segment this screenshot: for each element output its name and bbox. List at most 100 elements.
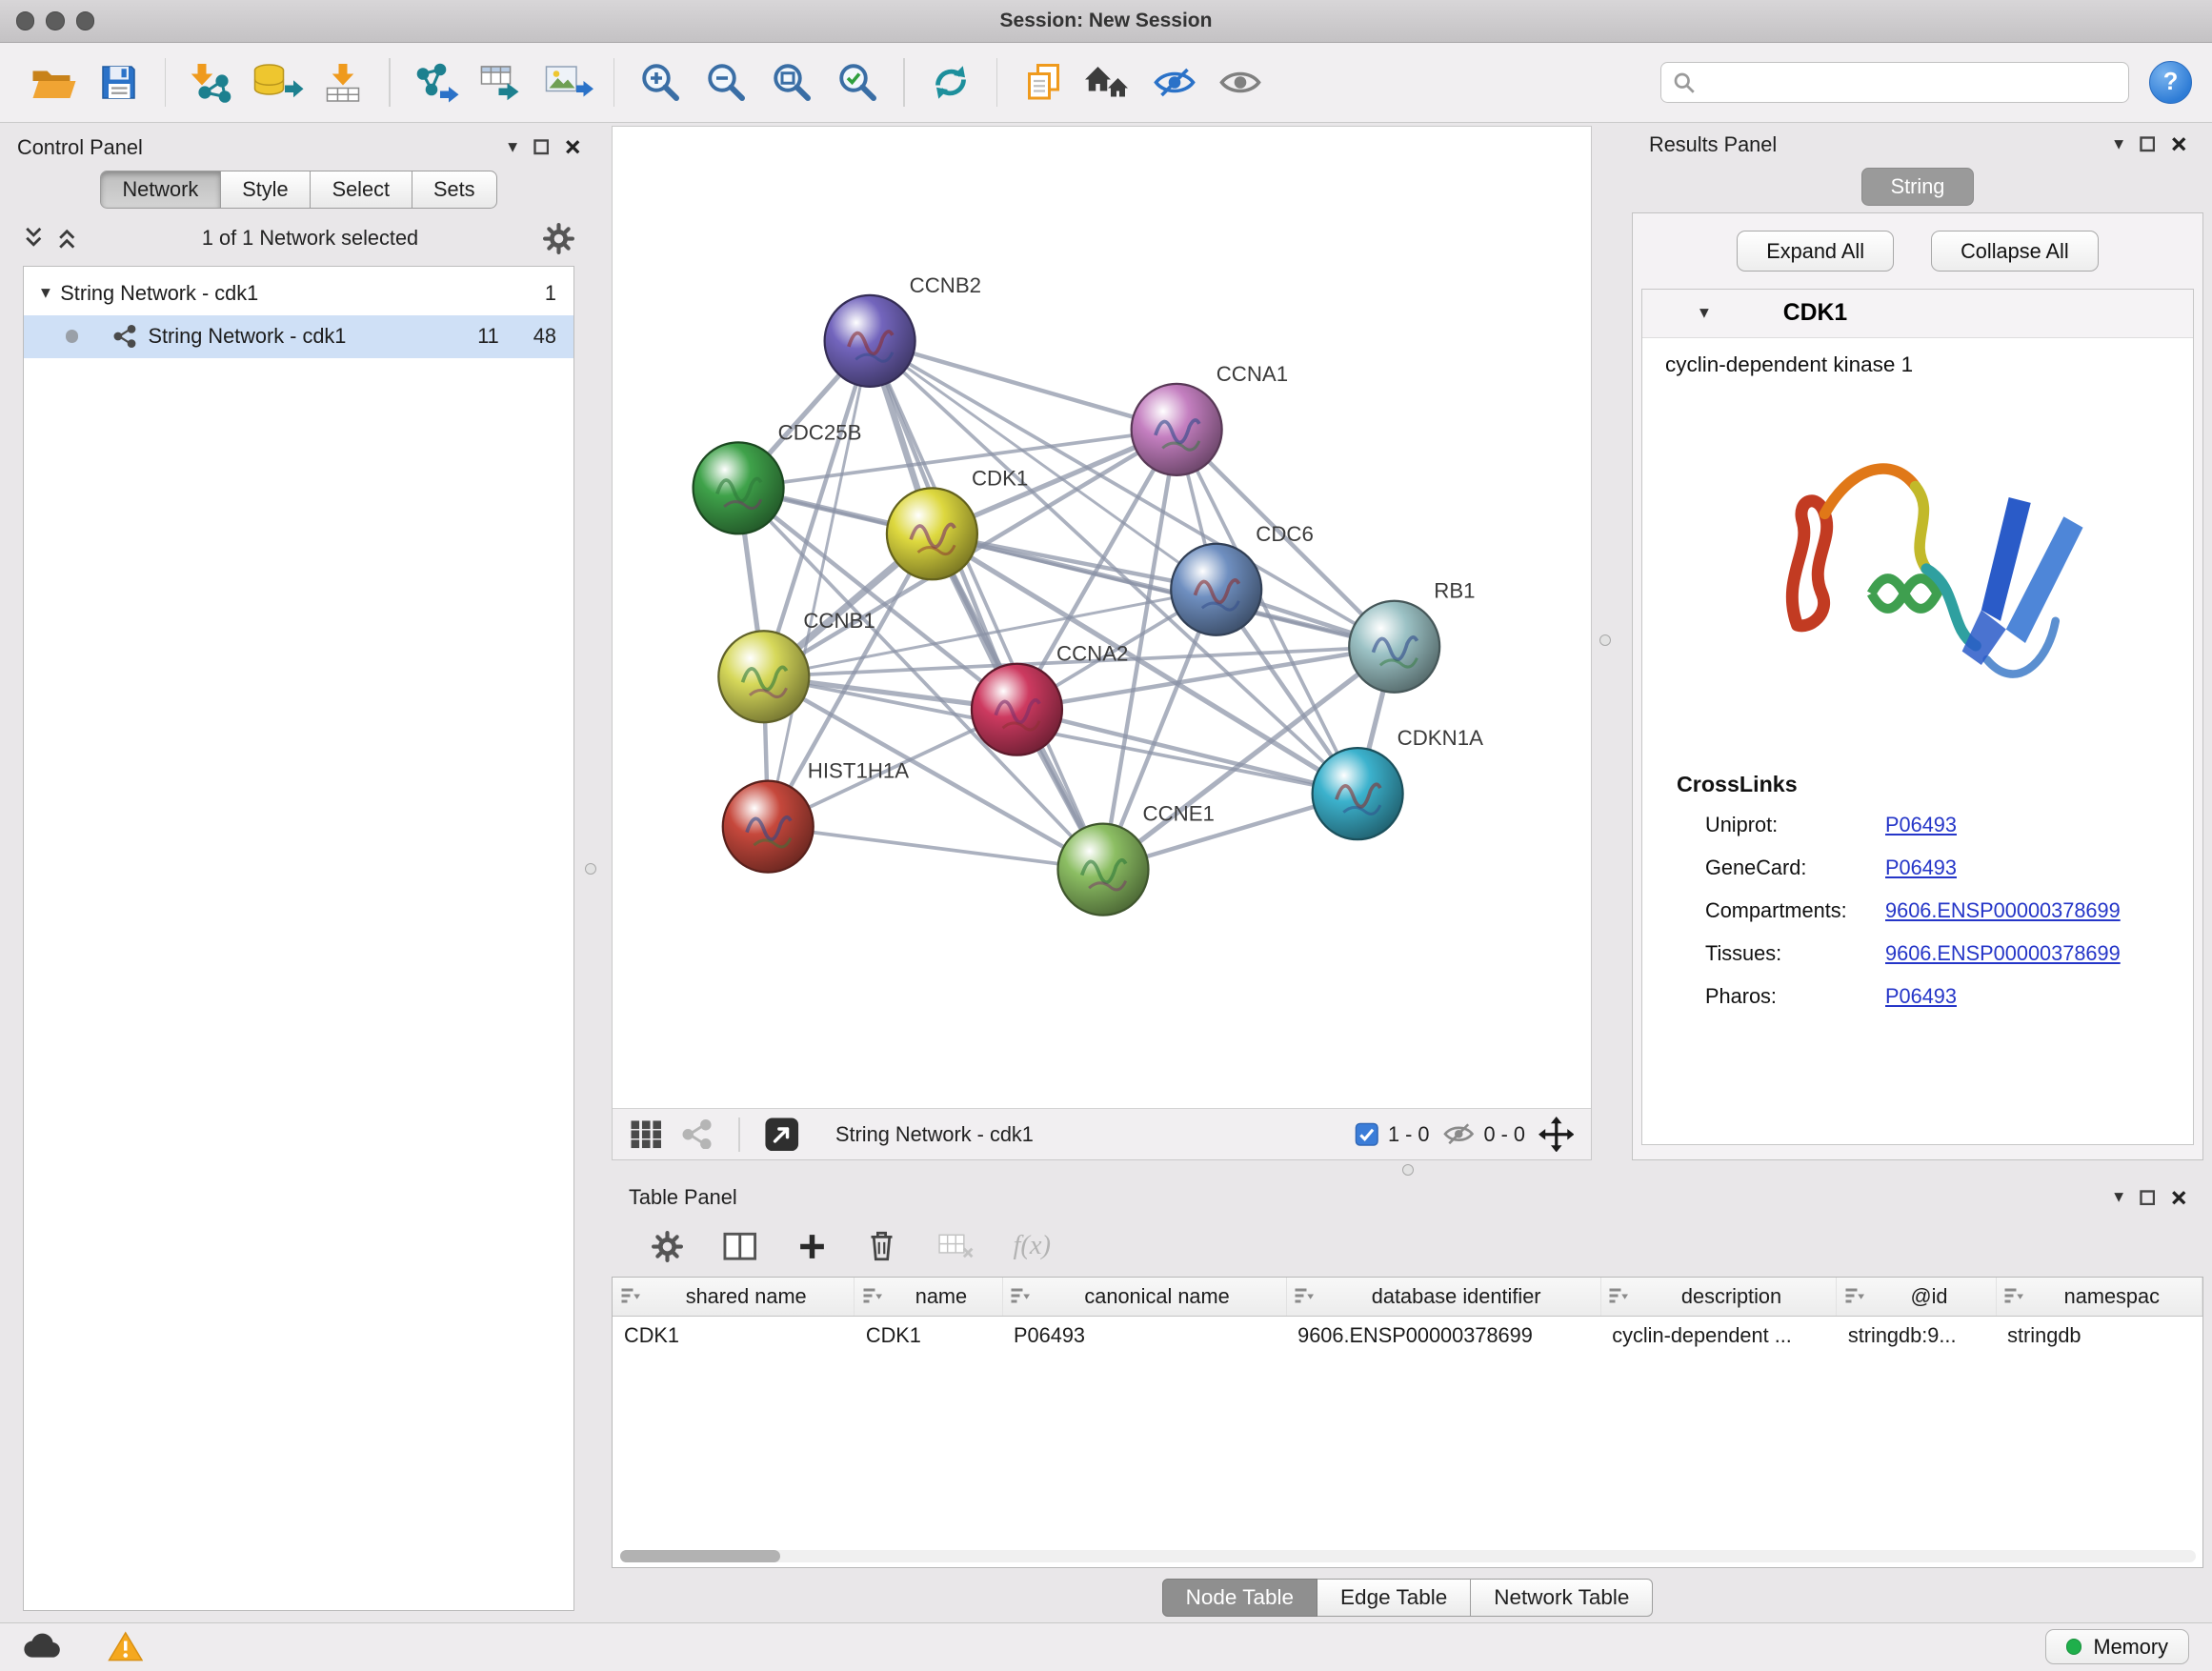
column-header-canonical-name[interactable]: canonical name <box>1002 1278 1286 1317</box>
save-session-button[interactable] <box>86 50 151 115</box>
close-panel-icon[interactable] <box>565 139 581 155</box>
crosslink-link[interactable]: P06493 <box>1885 853 1957 883</box>
zoom-out-button[interactable] <box>694 50 759 115</box>
share-view-icon[interactable] <box>681 1119 714 1150</box>
right-column: CCNB2CCNA1CDC25BCDK1CDC6RB1CCNB1CCNA2CDK… <box>597 123 2212 1622</box>
collapse-all-button[interactable]: Collapse All <box>1931 231 2099 272</box>
scrollbar-thumb[interactable] <box>620 1550 780 1563</box>
export-view-icon[interactable] <box>764 1117 800 1153</box>
network-node-CDK1[interactable] <box>887 488 977 579</box>
tab-style[interactable]: Style <box>221 171 311 209</box>
crosslink-link[interactable]: P06493 <box>1885 810 1957 840</box>
network-canvas[interactable]: CCNB2CCNA1CDC25BCDK1CDC6RB1CCNB1CCNA2CDK… <box>613 127 1591 1108</box>
network-row[interactable]: String Network - cdk1 11 48 <box>24 315 573 358</box>
network-node-CCNA1[interactable] <box>1132 384 1222 475</box>
open-session-button[interactable] <box>20 50 86 115</box>
close-panel-icon[interactable] <box>2171 136 2187 152</box>
network-edge-CCNB2-CCNE1[interactable] <box>870 341 1103 870</box>
horizontal-splitter[interactable] <box>612 1160 2203 1179</box>
crosslink-link[interactable]: 9606.ENSP00000378699 <box>1885 938 2121 969</box>
expand-all-button[interactable]: Expand All <box>1737 231 1894 272</box>
network-node-CDKN1A[interactable] <box>1313 748 1403 839</box>
tab-edge-table[interactable]: Edge Table <box>1317 1579 1471 1617</box>
network-edge-CCNB2-HIST1H1A[interactable] <box>768 341 870 827</box>
show-panel-button[interactable] <box>1208 50 1274 115</box>
network-node-CCNA2[interactable] <box>972 664 1062 755</box>
network-node-CDC6[interactable] <box>1171 544 1261 635</box>
network-node-CCNB1[interactable] <box>718 631 809 722</box>
float-panel-icon[interactable] <box>2140 1190 2156 1206</box>
warning-icon[interactable] <box>108 1630 144 1663</box>
network-node-HIST1H1A[interactable] <box>723 781 814 873</box>
float-panel-icon[interactable] <box>533 139 550 155</box>
zoom-selected-button[interactable] <box>825 50 891 115</box>
search-box[interactable] <box>1660 62 2129 104</box>
network-node-CCNB2[interactable] <box>825 295 915 387</box>
search-input[interactable] <box>1704 71 2117 94</box>
column-header-@id[interactable]: @id <box>1837 1278 1996 1317</box>
gear-icon[interactable] <box>543 223 574 254</box>
section-expand-icon[interactable]: ▾ <box>1699 304 1709 323</box>
panel-menu-icon[interactable]: ▾ <box>2114 1188 2123 1207</box>
refresh-button[interactable] <box>917 50 983 115</box>
pan-move-icon[interactable] <box>1538 1117 1575 1153</box>
hidden-eye-icon[interactable] <box>1442 1120 1476 1148</box>
import-table-button[interactable] <box>311 50 376 115</box>
table-settings-gear-icon[interactable] <box>652 1231 683 1262</box>
memory-button[interactable]: Memory <box>2045 1629 2189 1664</box>
zoom-fit-button[interactable] <box>759 50 825 115</box>
horizontal-scrollbar[interactable] <box>620 1550 2196 1563</box>
add-column-icon[interactable] <box>796 1231 828 1262</box>
window-minimize-button[interactable] <box>46 11 65 30</box>
window-zoom-button[interactable] <box>76 11 95 30</box>
network-node-CDC25B[interactable] <box>694 442 784 534</box>
panel-menu-icon[interactable]: ▾ <box>508 138 517 157</box>
tab-select[interactable]: Select <box>311 171 412 209</box>
help-button[interactable]: ? <box>2149 61 2192 104</box>
network-from-table-button[interactable] <box>469 50 534 115</box>
column-header-shared-name[interactable]: shared name <box>613 1278 855 1317</box>
table-row[interactable]: CDK1CDK1P064939606.ENSP00000378699cyclin… <box>613 1316 2202 1355</box>
column-header-namespac[interactable]: namespac <box>1996 1278 2202 1317</box>
export-image-button[interactable] <box>534 50 600 115</box>
window-close-button[interactable] <box>16 11 35 30</box>
cloud-icon[interactable] <box>23 1633 62 1661</box>
network-edge-CCNE1-HIST1H1A[interactable] <box>768 827 1103 870</box>
tree-expand-icon[interactable]: ▾ <box>41 284 50 303</box>
tab-network-table[interactable]: Network Table <box>1471 1579 1653 1617</box>
vertical-splitter-handle[interactable] <box>585 863 596 875</box>
tab-network[interactable]: Network <box>100 171 221 209</box>
import-network-file-button[interactable] <box>179 50 245 115</box>
tab-node-table[interactable]: Node Table <box>1162 1579 1317 1617</box>
panel-menu-icon[interactable]: ▾ <box>2114 135 2123 154</box>
documents-button[interactable] <box>1011 50 1076 115</box>
close-panel-icon[interactable] <box>2171 1190 2187 1206</box>
import-network-database-button[interactable] <box>245 50 311 115</box>
network-node-CCNE1[interactable] <box>1057 824 1148 916</box>
network-graph[interactable]: CCNB2CCNA1CDC25BCDK1CDC6RB1CCNB1CCNA2CDK… <box>613 127 1591 1108</box>
network-view: CCNB2CCNA1CDC25BCDK1CDC6RB1CCNB1CCNA2CDK… <box>612 126 1592 1160</box>
network-node-RB1[interactable] <box>1349 601 1439 693</box>
delete-column-trash-icon[interactable] <box>866 1229 897 1263</box>
home-button[interactable] <box>1076 50 1142 115</box>
grid-view-icon[interactable] <box>630 1119 663 1150</box>
gene-section-header[interactable]: ▾ CDK1 <box>1642 290 2193 338</box>
selected-checkbox-icon[interactable] <box>1355 1122 1379 1147</box>
show-columns-icon[interactable] <box>722 1230 758 1263</box>
column-header-description[interactable]: description <box>1600 1278 1837 1317</box>
collapse-all-icon[interactable] <box>23 226 45 251</box>
hide-panels-button[interactable] <box>1142 50 1208 115</box>
table-cell: CDK1 <box>613 1316 855 1355</box>
tab-string[interactable]: String <box>1861 168 1975 206</box>
column-header-name[interactable]: name <box>855 1278 1002 1317</box>
network-collection-row[interactable]: ▾ String Network - cdk1 1 <box>24 272 573 315</box>
zoom-in-button[interactable] <box>628 50 694 115</box>
crosslink-link[interactable]: P06493 <box>1885 981 1957 1012</box>
crosslink-link[interactable]: 9606.ENSP00000378699 <box>1885 896 2121 926</box>
tab-sets[interactable]: Sets <box>412 171 498 209</box>
column-header-database-identifier[interactable]: database identifier <box>1286 1278 1600 1317</box>
expand-all-icon[interactable] <box>56 226 78 251</box>
float-panel-icon[interactable] <box>2140 136 2156 152</box>
results-splitter-handle[interactable] <box>1599 634 1611 646</box>
new-network-selection-button[interactable] <box>403 50 469 115</box>
